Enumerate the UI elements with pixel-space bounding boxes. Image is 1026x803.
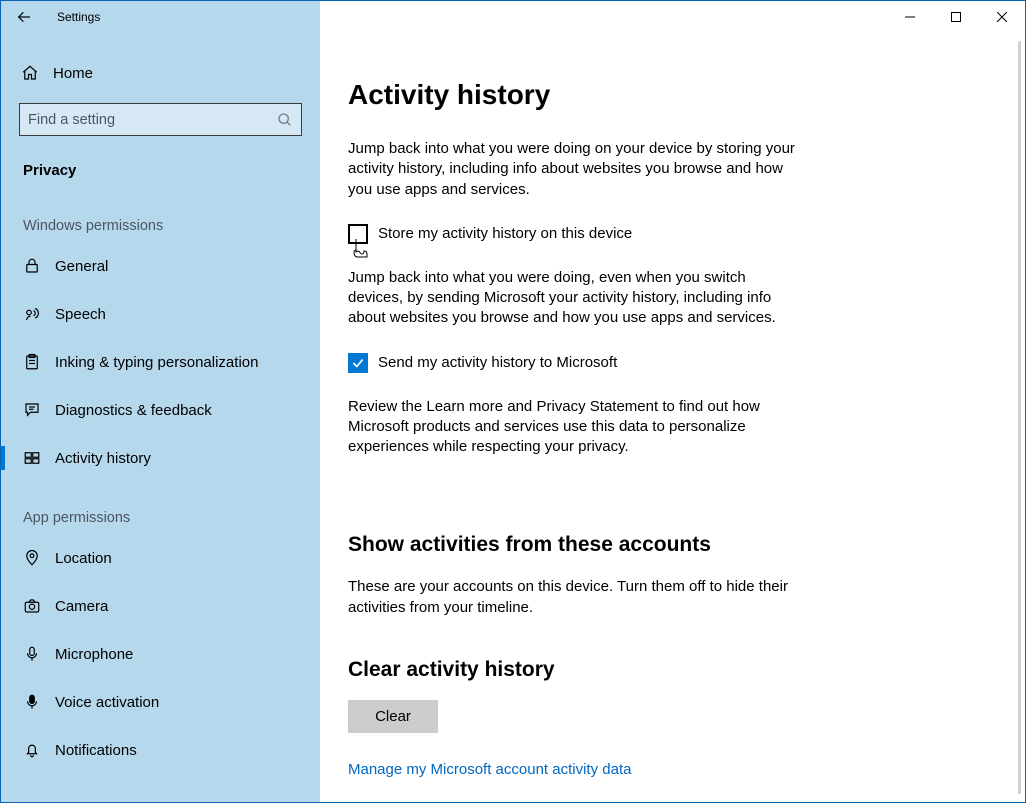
sidebar-item-location[interactable]: Location	[1, 534, 320, 582]
window-controls	[887, 1, 1025, 33]
main-panel: Activity history Jump back into what you…	[320, 33, 1025, 802]
sidebar-item-diagnostics[interactable]: Diagnostics & feedback	[1, 386, 320, 434]
clear-button-label: Clear	[375, 708, 411, 725]
sidebar-item-label: Diagnostics & feedback	[55, 402, 212, 419]
sidebar-item-label: Speech	[55, 306, 106, 323]
sidebar-item-label: Location	[55, 550, 112, 567]
content: Activity history Jump back into what you…	[320, 33, 960, 802]
group-header-app-perms: App permissions	[1, 482, 320, 534]
titlebar: Settings	[1, 1, 1025, 33]
settings-window: Settings Home	[0, 0, 1026, 803]
maximize-button[interactable]	[933, 1, 979, 33]
sidebar-item-label: Camera	[55, 598, 108, 615]
sidebar-item-notifications[interactable]: Notifications	[1, 726, 320, 774]
manage-account-link[interactable]: Manage my Microsoft account activity dat…	[348, 761, 631, 778]
lock-icon	[23, 257, 41, 275]
body: Home Privacy Windows permissions General	[1, 33, 1025, 802]
sidebar-item-camera[interactable]: Camera	[1, 582, 320, 630]
sidebar-item-label: Notifications	[55, 742, 137, 759]
sidebar-item-inking[interactable]: Inking & typing personalization	[1, 338, 320, 386]
checkmark-icon	[351, 356, 365, 370]
window-title: Settings	[57, 10, 100, 24]
search-icon	[277, 112, 293, 128]
clear-history-heading: Clear activity history	[348, 658, 930, 682]
checkbox-send-box[interactable]	[348, 353, 368, 373]
clear-button[interactable]: Clear	[348, 700, 438, 733]
sidebar-item-label: Inking & typing personalization	[55, 354, 258, 371]
feedback-icon	[23, 401, 41, 419]
sidebar-item-label: Activity history	[55, 450, 151, 467]
section-header-privacy: Privacy	[1, 150, 320, 190]
sidebar-item-label: Home	[53, 65, 93, 82]
group-header-windows-perms: Windows permissions	[1, 190, 320, 242]
sidebar-item-general[interactable]: General	[1, 242, 320, 290]
maximize-icon	[951, 12, 961, 22]
camera-icon	[23, 597, 41, 615]
sidebar-item-microphone[interactable]: Microphone	[1, 630, 320, 678]
review-text: Review the Learn more and Privacy Statem…	[348, 397, 798, 458]
activity-icon	[23, 449, 41, 467]
speech-icon	[23, 305, 41, 323]
sidebar-item-home[interactable]: Home	[1, 53, 320, 93]
checkbox-store-box[interactable]	[348, 224, 368, 244]
checkbox-send-label: Send my activity history to Microsoft	[378, 354, 617, 371]
back-arrow-icon	[16, 9, 32, 25]
sidebar-item-label: Microphone	[55, 646, 133, 663]
checkbox-store-label: Store my activity history on this device	[378, 225, 632, 242]
search-input[interactable]	[28, 112, 277, 128]
bell-icon	[23, 741, 41, 759]
sidebar-item-label: General	[55, 258, 108, 275]
page-title: Activity history	[348, 79, 930, 111]
location-icon	[23, 549, 41, 567]
sync-text: Jump back into what you were doing, even…	[348, 268, 798, 329]
sidebar-item-voice-activation[interactable]: Voice activation	[1, 678, 320, 726]
minimize-button[interactable]	[887, 1, 933, 33]
checkbox-send-activity[interactable]: Send my activity history to Microsoft	[348, 353, 930, 373]
clipboard-icon	[23, 353, 41, 371]
show-accounts-heading: Show activities from these accounts	[348, 533, 930, 557]
intro-text: Jump back into what you were doing on yo…	[348, 139, 798, 200]
sidebar-item-activity-history[interactable]: Activity history	[1, 434, 320, 482]
close-icon	[997, 12, 1007, 22]
sidebar-item-label: Voice activation	[55, 694, 159, 711]
home-icon	[21, 64, 39, 82]
search-box[interactable]	[19, 103, 302, 136]
sidebar: Home Privacy Windows permissions General	[1, 33, 320, 802]
close-button[interactable]	[979, 1, 1025, 33]
minimize-icon	[905, 12, 915, 22]
titlebar-left: Settings	[1, 1, 320, 33]
voice-icon	[23, 693, 41, 711]
checkbox-store-activity[interactable]: Store my activity history on this device	[348, 224, 930, 244]
sidebar-item-speech[interactable]: Speech	[1, 290, 320, 338]
microphone-icon	[23, 645, 41, 663]
scrollbar[interactable]	[1018, 41, 1021, 794]
back-button[interactable]	[1, 1, 47, 33]
show-accounts-text: These are your accounts on this device. …	[348, 577, 798, 618]
